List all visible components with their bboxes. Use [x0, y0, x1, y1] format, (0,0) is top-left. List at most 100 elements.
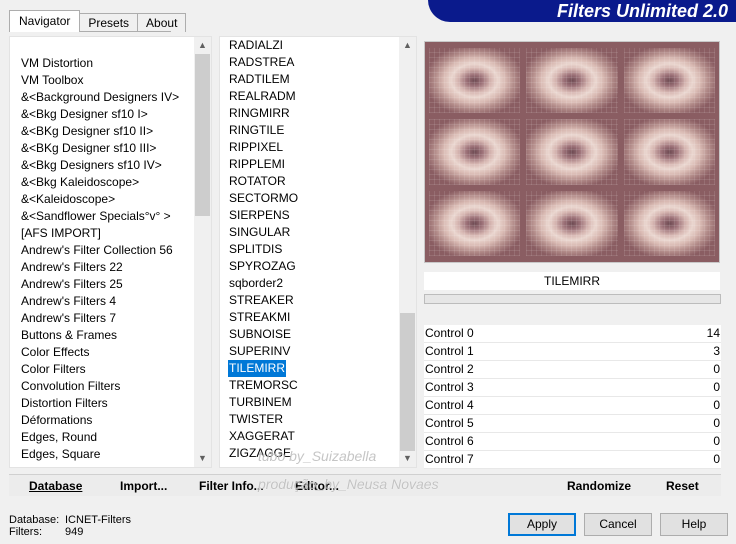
- control-row[interactable]: Control 5 0: [424, 415, 721, 433]
- category-item[interactable]: Color Effects: [10, 344, 194, 361]
- category-item[interactable]: &<Sandflower Specials°v° >: [10, 208, 194, 225]
- category-item[interactable]: Edges, Square: [10, 446, 194, 463]
- control-value: 0: [713, 362, 720, 376]
- category-item[interactable]: VM Toolbox: [10, 72, 194, 89]
- database-label: Database: [29, 479, 83, 493]
- filter-item[interactable]: SINGULAR: [220, 224, 399, 241]
- control-row[interactable]: Control 7 0: [424, 451, 721, 469]
- category-item[interactable]: &<Bkg Designer sf10 I>: [10, 106, 194, 123]
- category-item[interactable]: &<BKg Designer sf10 II>: [10, 123, 194, 140]
- control-label: Control 4: [425, 398, 474, 412]
- filter-item[interactable]: TWISTER: [220, 411, 399, 428]
- control-row[interactable]: Control 2 0: [424, 361, 721, 379]
- category-item[interactable]: &<Bkg Designers sf10 IV>: [10, 157, 194, 174]
- filter-item[interactable]: TREMORSC: [220, 377, 399, 394]
- control-row[interactable]: Control 0 14: [424, 325, 721, 343]
- watermark-line-2: produção_by_Neusa Novaes: [258, 476, 439, 492]
- cancel-button[interactable]: Cancel: [584, 513, 652, 536]
- control-row[interactable]: Control 4 0: [424, 397, 721, 415]
- filter-item-selected[interactable]: TILEMIRR: [228, 360, 286, 377]
- filter-preview: [424, 41, 720, 263]
- category-item[interactable]: [AFS IMPORT]: [10, 225, 194, 242]
- control-row[interactable]: Control 3 0: [424, 379, 721, 397]
- category-item[interactable]: Andrew's Filters 7: [10, 310, 194, 327]
- filter-item[interactable]: RIPPIXEL: [220, 139, 399, 156]
- control-row[interactable]: Control 6 0: [424, 433, 721, 451]
- category-item[interactable]: Andrew's Filters 22: [10, 259, 194, 276]
- filter-item[interactable]: XAGGERAT: [220, 428, 399, 445]
- category-scrollbar[interactable]: ▲ ▼: [194, 37, 211, 467]
- category-item[interactable]: VM Distortion: [10, 55, 194, 72]
- randomize-label: Randomize: [567, 479, 632, 493]
- progress-bar: [424, 294, 721, 304]
- category-item[interactable]: Buttons & Frames: [10, 327, 194, 344]
- status-panel: Database: ICNET-Filters Filters: 949: [9, 514, 131, 538]
- preview-tile: [429, 48, 521, 114]
- chevron-down-icon[interactable]: ▼: [399, 450, 416, 467]
- category-item[interactable]: Andrew's Filters 25: [10, 276, 194, 293]
- tab-presets[interactable]: Presets: [79, 13, 139, 32]
- filter-item[interactable]: RADTILEM: [220, 71, 399, 88]
- category-item[interactable]: Convolution Filters: [10, 378, 194, 395]
- tab-about[interactable]: About: [137, 13, 187, 32]
- reset-label: Reset: [666, 479, 699, 493]
- category-item[interactable]: &<Background Designers IV>: [10, 89, 194, 106]
- category-item[interactable]: Color Filters: [10, 361, 194, 378]
- filter-item[interactable]: SUBNOISE: [220, 326, 399, 343]
- filter-list[interactable]: RADIALZI RADSTREA RADTILEM REALRADM RINGMIRR…: [219, 36, 417, 468]
- control-label: Control 6: [425, 434, 474, 448]
- filter-item[interactable]: REALRADM: [220, 88, 399, 105]
- category-item[interactable]: Andrew's Filters 4: [10, 293, 194, 310]
- filter-item[interactable]: STREAKMI: [220, 309, 399, 326]
- randomize-button[interactable]: Randomize: [567, 475, 631, 497]
- filter-item[interactable]: SIERPENS: [220, 207, 399, 224]
- control-list: Control 0 14 Control 1 3 Control 2 0 Control 3…: [424, 325, 721, 469]
- filter-item[interactable]: sqborder2: [220, 275, 399, 292]
- database-button[interactable]: Database: [29, 475, 82, 497]
- help-button[interactable]: Help: [660, 513, 728, 536]
- filter-item[interactable]: RINGMIRR: [220, 105, 399, 122]
- filter-info-button[interactable]: Filter Info...: [199, 475, 264, 497]
- tab-strip: Navigator Presets About: [9, 10, 187, 32]
- filter-item[interactable]: TURBINEM: [220, 394, 399, 411]
- control-value: 3: [713, 344, 720, 358]
- category-item[interactable]: &<Kaleidoscope>: [10, 191, 194, 208]
- control-value: 14: [706, 326, 720, 340]
- category-item[interactable]: &<BKg Designer sf10 III>: [10, 140, 194, 157]
- filter-scrollbar[interactable]: ▲ ▼: [399, 37, 416, 467]
- preview-tile: [429, 119, 521, 185]
- filter-item[interactable]: RADSTREA: [220, 54, 399, 71]
- category-item[interactable]: Distortion Filters: [10, 395, 194, 412]
- filter-item[interactable]: ROTATOR: [220, 173, 399, 190]
- preview-tile: [623, 119, 716, 185]
- category-item[interactable]: Déformations: [10, 412, 194, 429]
- apply-button[interactable]: Apply: [508, 513, 576, 536]
- filter-item[interactable]: SUPERINV: [220, 343, 399, 360]
- chevron-down-icon[interactable]: ▼: [194, 450, 211, 467]
- filter-item[interactable]: STREAKER: [220, 292, 399, 309]
- control-label: Control 7: [425, 452, 474, 466]
- filter-item[interactable]: SPYROZAG: [220, 258, 399, 275]
- filter-item[interactable]: SECTORMO: [220, 190, 399, 207]
- filters-count-value: 949: [65, 526, 84, 538]
- filter-item[interactable]: RADIALZI: [220, 37, 399, 54]
- category-list[interactable]: VM Distortion VM Toolbox &<Background Desi…: [9, 36, 212, 468]
- chevron-up-icon[interactable]: ▲: [399, 37, 416, 54]
- control-row[interactable]: Control 1 3: [424, 343, 721, 361]
- tab-navigator[interactable]: Navigator: [9, 10, 81, 32]
- reset-button[interactable]: Reset: [666, 475, 699, 497]
- category-item[interactable]: Edges, Round: [10, 429, 194, 446]
- filter-item[interactable]: RINGTILE: [220, 122, 399, 139]
- import-button[interactable]: Import...: [120, 475, 167, 497]
- scroll-thumb[interactable]: [400, 313, 415, 451]
- filter-item[interactable]: SPLITDIS: [220, 241, 399, 258]
- category-item[interactable]: Andrew's Filter Collection 56: [10, 242, 194, 259]
- preview-tile: [526, 190, 618, 257]
- chevron-up-icon[interactable]: ▲: [194, 37, 211, 54]
- category-item[interactable]: &<Bkg Kaleidoscope>: [10, 174, 194, 191]
- control-label: Control 3: [425, 380, 474, 394]
- scroll-thumb[interactable]: [195, 54, 210, 216]
- control-value: 0: [713, 380, 720, 394]
- filters-count-label: Filters:: [9, 526, 42, 538]
- filter-item[interactable]: RIPPLEMI: [220, 156, 399, 173]
